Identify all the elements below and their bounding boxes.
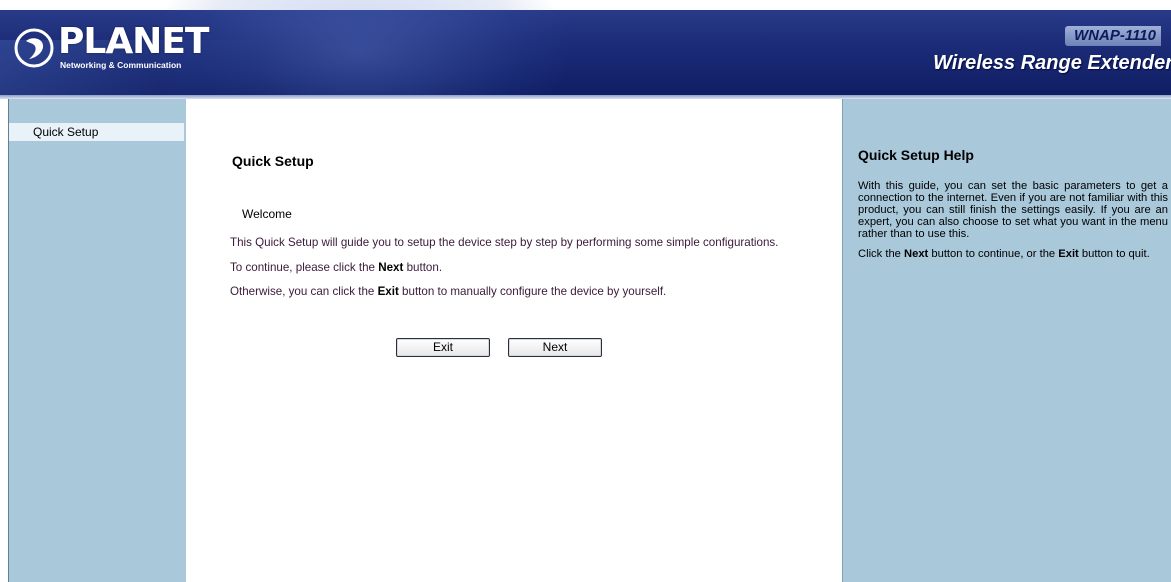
product-name: Wireless Range Extender (933, 52, 1171, 74)
brand-name: PLANET (58, 21, 209, 62)
help-title: Quick Setup Help (858, 147, 974, 163)
model-badge: WNAP-1110 (1065, 26, 1161, 46)
sidebar-item-label: Quick Setup (33, 125, 99, 139)
help-instructions: Click the Next button to continue, or th… (858, 248, 1150, 260)
page-title: Quick Setup (232, 153, 314, 169)
main-content: Quick Setup Welcome This Quick Setup wil… (186, 99, 842, 582)
sidebar-item-quick-setup[interactable]: Quick Setup (9, 123, 184, 141)
exit-text: Otherwise, you can click the Exit button… (230, 285, 667, 298)
exit-button[interactable]: Exit (396, 338, 490, 357)
sidebar-menu: Quick Setup (8, 99, 186, 582)
help-panel: Quick Setup Help With this guide, you ca… (842, 99, 1171, 582)
planet-logo-icon (14, 28, 54, 68)
header-banner: PLANET Networking & Communication WNAP-1… (0, 0, 1171, 96)
next-button[interactable]: Next (508, 338, 602, 357)
welcome-heading: Welcome (242, 207, 292, 221)
intro-text: This Quick Setup will guide you to setup… (230, 236, 779, 249)
continue-text: To continue, please click the Next butto… (230, 261, 443, 274)
sidebar: Quick Setup (0, 99, 186, 582)
help-description: With this guide, you can set the basic p… (858, 180, 1168, 240)
brand-tagline: Networking & Communication (60, 60, 182, 70)
planet-logo: PLANET Networking & Communication (14, 22, 209, 78)
